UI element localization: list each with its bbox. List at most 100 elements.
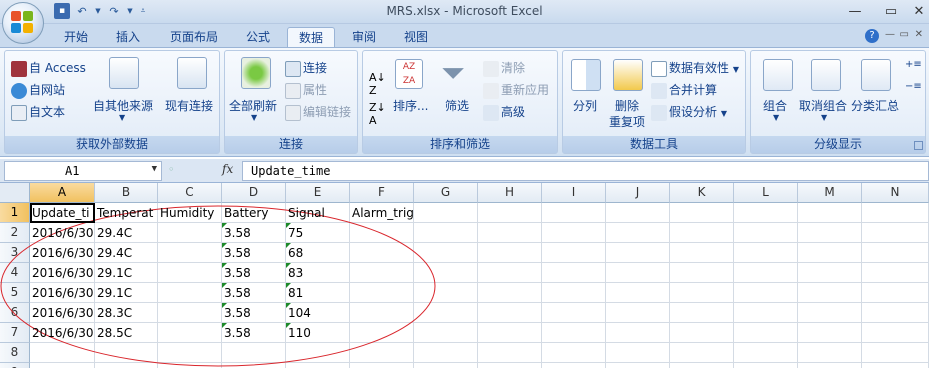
cell-a1[interactable]: Update_ti	[30, 203, 95, 223]
tab-insert[interactable]: 插入	[106, 27, 150, 48]
cell-c2[interactable]	[158, 223, 222, 243]
cell-f6[interactable]	[350, 303, 414, 323]
consolidate-button[interactable]: 合并计算	[651, 81, 717, 99]
cell-g9[interactable]	[414, 363, 478, 368]
row-header-6[interactable]: 6	[0, 303, 30, 323]
sort-ascending-icon[interactable]: A↓ Z	[369, 71, 386, 97]
cell-g1[interactable]	[414, 203, 478, 223]
row-header-2[interactable]: 2	[0, 223, 30, 243]
cell-e5[interactable]: 81	[286, 283, 350, 303]
office-button[interactable]	[2, 2, 44, 44]
cell-n2[interactable]	[862, 223, 929, 243]
cell-k2[interactable]	[670, 223, 734, 243]
cell-a7[interactable]: 2016/6/30	[30, 323, 95, 343]
cell-g4[interactable]	[414, 263, 478, 283]
close-icon[interactable]: ✕	[909, 0, 929, 22]
cell-d4[interactable]: 3.58	[222, 263, 286, 283]
ungroup-button[interactable]: 取消组合	[799, 97, 847, 114]
cell-b5[interactable]: 29.1C	[95, 283, 158, 303]
cell-j7[interactable]	[606, 323, 670, 343]
cell-k4[interactable]	[670, 263, 734, 283]
cell-j5[interactable]	[606, 283, 670, 303]
tab-page-layout[interactable]: 页面布局	[160, 27, 228, 48]
cell-j3[interactable]	[606, 243, 670, 263]
column-header-f[interactable]: F	[350, 183, 414, 203]
cell-j1[interactable]	[606, 203, 670, 223]
cell-l8[interactable]	[734, 343, 798, 363]
cell-n4[interactable]	[862, 263, 929, 283]
cell-b4[interactable]: 29.1C	[95, 263, 158, 283]
cell-f2[interactable]	[350, 223, 414, 243]
cell-m4[interactable]	[798, 263, 862, 283]
row-header-1[interactable]: 1	[0, 203, 30, 223]
cell-h8[interactable]	[478, 343, 542, 363]
cell-m9[interactable]	[798, 363, 862, 368]
row-header-7[interactable]: 7	[0, 323, 30, 343]
cell-l9[interactable]	[734, 363, 798, 368]
cell-b1[interactable]: Temperat	[95, 203, 158, 223]
column-header-h[interactable]: H	[478, 183, 542, 203]
cell-e6[interactable]: 104	[286, 303, 350, 323]
ribbon-close-icon[interactable]: ✕	[915, 29, 923, 40]
tab-formulas[interactable]: 公式	[236, 27, 280, 48]
cell-i9[interactable]	[542, 363, 606, 368]
cell-f4[interactable]	[350, 263, 414, 283]
cell-m1[interactable]	[798, 203, 862, 223]
cell-c9[interactable]	[158, 363, 222, 368]
cell-g5[interactable]	[414, 283, 478, 303]
cell-d3[interactable]: 3.58	[222, 243, 286, 263]
remove-duplicates-button[interactable]: 删除	[615, 97, 639, 114]
cell-k7[interactable]	[670, 323, 734, 343]
properties-button[interactable]: 属性	[285, 81, 327, 99]
column-header-j[interactable]: J	[606, 183, 670, 203]
cell-c8[interactable]	[158, 343, 222, 363]
cell-n1[interactable]	[862, 203, 929, 223]
cell-f5[interactable]	[350, 283, 414, 303]
column-header-d[interactable]: D	[222, 183, 286, 203]
show-detail-icon[interactable]: +≡	[905, 59, 922, 70]
column-header-c[interactable]: C	[158, 183, 222, 203]
cell-d1[interactable]: Battery	[222, 203, 286, 223]
cell-k1[interactable]	[670, 203, 734, 223]
cell-f9[interactable]	[350, 363, 414, 368]
dialog-launcher-icon[interactable]	[914, 141, 923, 150]
cell-b6[interactable]: 28.3C	[95, 303, 158, 323]
cell-g8[interactable]	[414, 343, 478, 363]
advanced-button[interactable]: 高级	[483, 103, 525, 121]
name-box[interactable]: A1 ▼	[4, 161, 162, 181]
cell-j9[interactable]	[606, 363, 670, 368]
cell-b3[interactable]: 29.4C	[95, 243, 158, 263]
cell-d7[interactable]: 3.58	[222, 323, 286, 343]
row-header-5[interactable]: 5	[0, 283, 30, 303]
subtotal-button[interactable]: 分类汇总	[851, 97, 899, 114]
formula-splitter-icon[interactable]: ◦	[168, 163, 175, 176]
connections-button[interactable]: 连接	[285, 59, 327, 77]
cell-i1[interactable]	[542, 203, 606, 223]
cell-j6[interactable]	[606, 303, 670, 323]
cell-l7[interactable]	[734, 323, 798, 343]
cell-c6[interactable]	[158, 303, 222, 323]
cell-h7[interactable]	[478, 323, 542, 343]
cell-h5[interactable]	[478, 283, 542, 303]
cell-h9[interactable]	[478, 363, 542, 368]
cell-j4[interactable]	[606, 263, 670, 283]
cell-l6[interactable]	[734, 303, 798, 323]
cell-d8[interactable]	[222, 343, 286, 363]
cell-h1[interactable]	[478, 203, 542, 223]
text-to-columns-button[interactable]: 分列	[573, 97, 597, 114]
cell-i5[interactable]	[542, 283, 606, 303]
cell-f3[interactable]	[350, 243, 414, 263]
cell-e9[interactable]	[286, 363, 350, 368]
formula-input[interactable]: Update_time	[242, 161, 929, 181]
tab-home[interactable]: 开始	[52, 27, 100, 48]
row-header-9[interactable]: 9	[0, 363, 30, 368]
cell-f1[interactable]: Alarm_trig	[350, 203, 414, 223]
cell-a9[interactable]	[30, 363, 95, 368]
cell-d5[interactable]: 3.58	[222, 283, 286, 303]
cell-b9[interactable]	[95, 363, 158, 368]
tab-view[interactable]: 视图	[394, 27, 438, 48]
data-validation-button[interactable]: 数据有效性 ▼	[651, 59, 739, 77]
cell-m6[interactable]	[798, 303, 862, 323]
cell-e3[interactable]: 68	[286, 243, 350, 263]
cell-c7[interactable]	[158, 323, 222, 343]
